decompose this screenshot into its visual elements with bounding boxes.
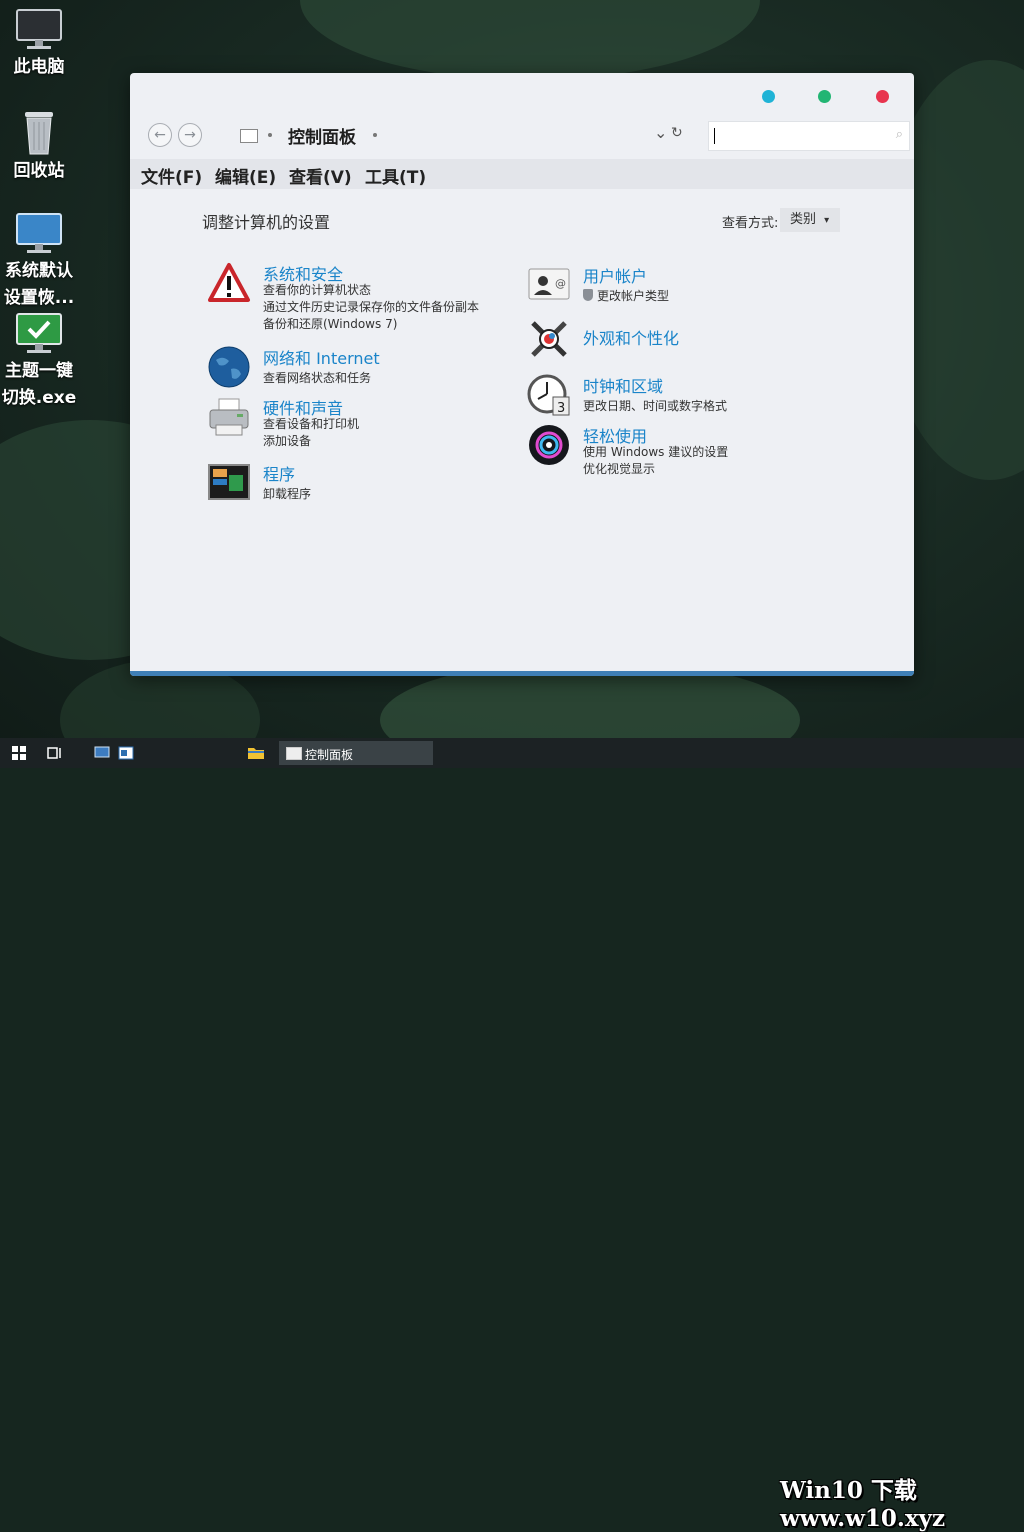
category-title[interactable]: 时钟和区域: [583, 373, 663, 397]
breadcrumb-separator: [373, 133, 377, 137]
desktop-icon-label: 此电脑: [13, 57, 65, 77]
window-bottom-accent: [130, 671, 914, 676]
start-button[interactable]: [12, 745, 26, 760]
breadcrumb-separator: [268, 133, 272, 137]
view-by-select[interactable]: 类别 ▾: [780, 208, 840, 232]
desktop-icon-label-line1: 主题一键: [5, 361, 73, 381]
category-network-internet: 网络和 Internet 查看网络状态和任务: [207, 345, 507, 389]
category-link[interactable]: 通过文件历史记录保存你的文件备份副本: [263, 298, 479, 315]
clock-icon[interactable]: 3: [527, 373, 571, 417]
page-title: 调整计算机的设置: [202, 213, 331, 232]
address-dropdown-icon[interactable]: ⌄: [654, 123, 667, 142]
breadcrumb-label: 控制面板: [288, 128, 356, 148]
user-card-icon[interactable]: @: [527, 263, 571, 307]
text-cursor: [714, 128, 715, 144]
view-by-label: 查看方式:: [722, 216, 779, 231]
search-icon[interactable]: ⌕: [896, 127, 903, 142]
category-link[interactable]: 查看你的计算机状态: [263, 281, 371, 298]
category-link[interactable]: 卸载程序: [263, 485, 311, 502]
chevron-down-icon: ▾: [824, 215, 830, 226]
appearance-tools-icon[interactable]: [527, 317, 571, 361]
taskbar: 控制面板 Win10 下载 www.w10.xyz: [0, 738, 1024, 1532]
desktop-icon-label-line2: 切换.exe: [1, 388, 77, 408]
close-button[interactable]: [876, 90, 889, 103]
svg-text:3: 3: [557, 401, 565, 416]
warning-shield-icon[interactable]: [207, 261, 251, 305]
menu-edit[interactable]: 编辑(E): [215, 163, 276, 188]
menu-file[interactable]: 文件(F): [141, 163, 202, 188]
category-link[interactable]: 优化视觉显示: [583, 460, 655, 477]
control-panel-window: ← → 控制面板 ⌄ ↻ ⌕ 文件(F) 编辑(E) 查看(V) 工具(T) 调…: [130, 73, 914, 676]
desktop-icon-label-line2: 设置恢...: [3, 288, 75, 308]
globe-icon[interactable]: [207, 345, 251, 389]
category-title[interactable]: 用户帐户: [583, 263, 647, 287]
category-link[interactable]: 更改帐户类型: [597, 287, 669, 304]
menu-bar: 文件(F) 编辑(E) 查看(V) 工具(T): [130, 159, 914, 189]
trash-icon: [19, 108, 59, 156]
control-panel-quick-icon[interactable]: [118, 745, 134, 760]
monitor-icon: [15, 212, 63, 256]
refresh-icon[interactable]: ↻: [671, 125, 683, 141]
category-hardware-sound: 硬件和声音 查看设备和打印机 添加设备: [207, 395, 507, 448]
menu-tools[interactable]: 工具(T): [365, 163, 426, 188]
taskbar-item-label: 控制面板: [305, 748, 354, 762]
category-user-accounts: @ 用户帐户 更改帐户类型: [527, 263, 827, 307]
desktop-icon-restore-defaults[interactable]: 系统默认 设置恢...: [0, 212, 78, 312]
category-link[interactable]: 使用 Windows 建议的设置: [583, 443, 728, 460]
windows-logo-icon: [12, 746, 26, 760]
category-link[interactable]: 查看网络状态和任务: [263, 369, 371, 386]
category-title[interactable]: 程序: [263, 461, 295, 485]
breadcrumb[interactable]: 控制面板: [288, 123, 356, 148]
category-link[interactable]: 添加设备: [263, 432, 311, 449]
desktop-icon-theme-switch[interactable]: 主题一键 切换.exe: [0, 312, 78, 412]
category-link[interactable]: 更改日期、时间或数字格式: [583, 397, 727, 414]
file-explorer-icon[interactable]: [247, 745, 265, 760]
desktop-icon-this-pc[interactable]: 此电脑: [0, 8, 78, 81]
category-appearance: 外观和个性化: [527, 317, 827, 367]
minimize-button[interactable]: [762, 90, 775, 103]
taskbar-item-control-panel[interactable]: [279, 741, 433, 765]
view-by-value: 类别: [790, 212, 817, 227]
search-box[interactable]: ⌕: [708, 121, 910, 151]
category-title[interactable]: 外观和个性化: [583, 325, 679, 349]
category-clock-region: 3 时钟和区域 更改日期、时间或数字格式: [527, 373, 827, 417]
desktop-icon-label: 回收站: [13, 161, 65, 181]
category-system-security: 系统和安全 查看你的计算机状态 通过文件历史记录保存你的文件备份副本 备份和还原…: [207, 261, 507, 331]
desktop-icon-recycle-bin[interactable]: 回收站: [0, 108, 78, 185]
checkmark-monitor-icon: [15, 312, 63, 356]
arrow-right-icon: →: [184, 127, 196, 143]
forward-button[interactable]: →: [178, 123, 202, 147]
category-link[interactable]: 查看设备和打印机: [263, 415, 359, 432]
category-ease-of-access: 轻松使用 使用 Windows 建议的设置 优化视觉显示: [527, 423, 827, 476]
category-title[interactable]: 网络和 Internet: [263, 345, 380, 369]
programs-icon[interactable]: [207, 461, 251, 505]
show-desktop-icon[interactable]: [94, 745, 110, 759]
arrow-left-icon: ←: [154, 127, 166, 143]
svg-text:@: @: [555, 277, 566, 290]
category-link[interactable]: 备份和还原(Windows 7): [263, 315, 397, 332]
task-view-icon[interactable]: [46, 745, 62, 759]
desktop-icon-label-line1: 系统默认: [5, 261, 73, 281]
printer-icon[interactable]: [207, 395, 251, 439]
control-panel-small-icon: [240, 129, 258, 143]
accessibility-orb-icon[interactable]: [527, 423, 571, 467]
watermark-text: Win10 下载 www.w10.xyz: [780, 1477, 946, 1532]
shield-icon: [583, 289, 593, 301]
menu-view[interactable]: 查看(V): [289, 163, 352, 188]
monitor-icon: [15, 8, 63, 52]
category-programs: 程序 卸载程序: [207, 461, 507, 505]
control-panel-task-icon: [286, 747, 302, 760]
back-button[interactable]: ←: [148, 123, 172, 147]
maximize-button[interactable]: [818, 90, 831, 103]
